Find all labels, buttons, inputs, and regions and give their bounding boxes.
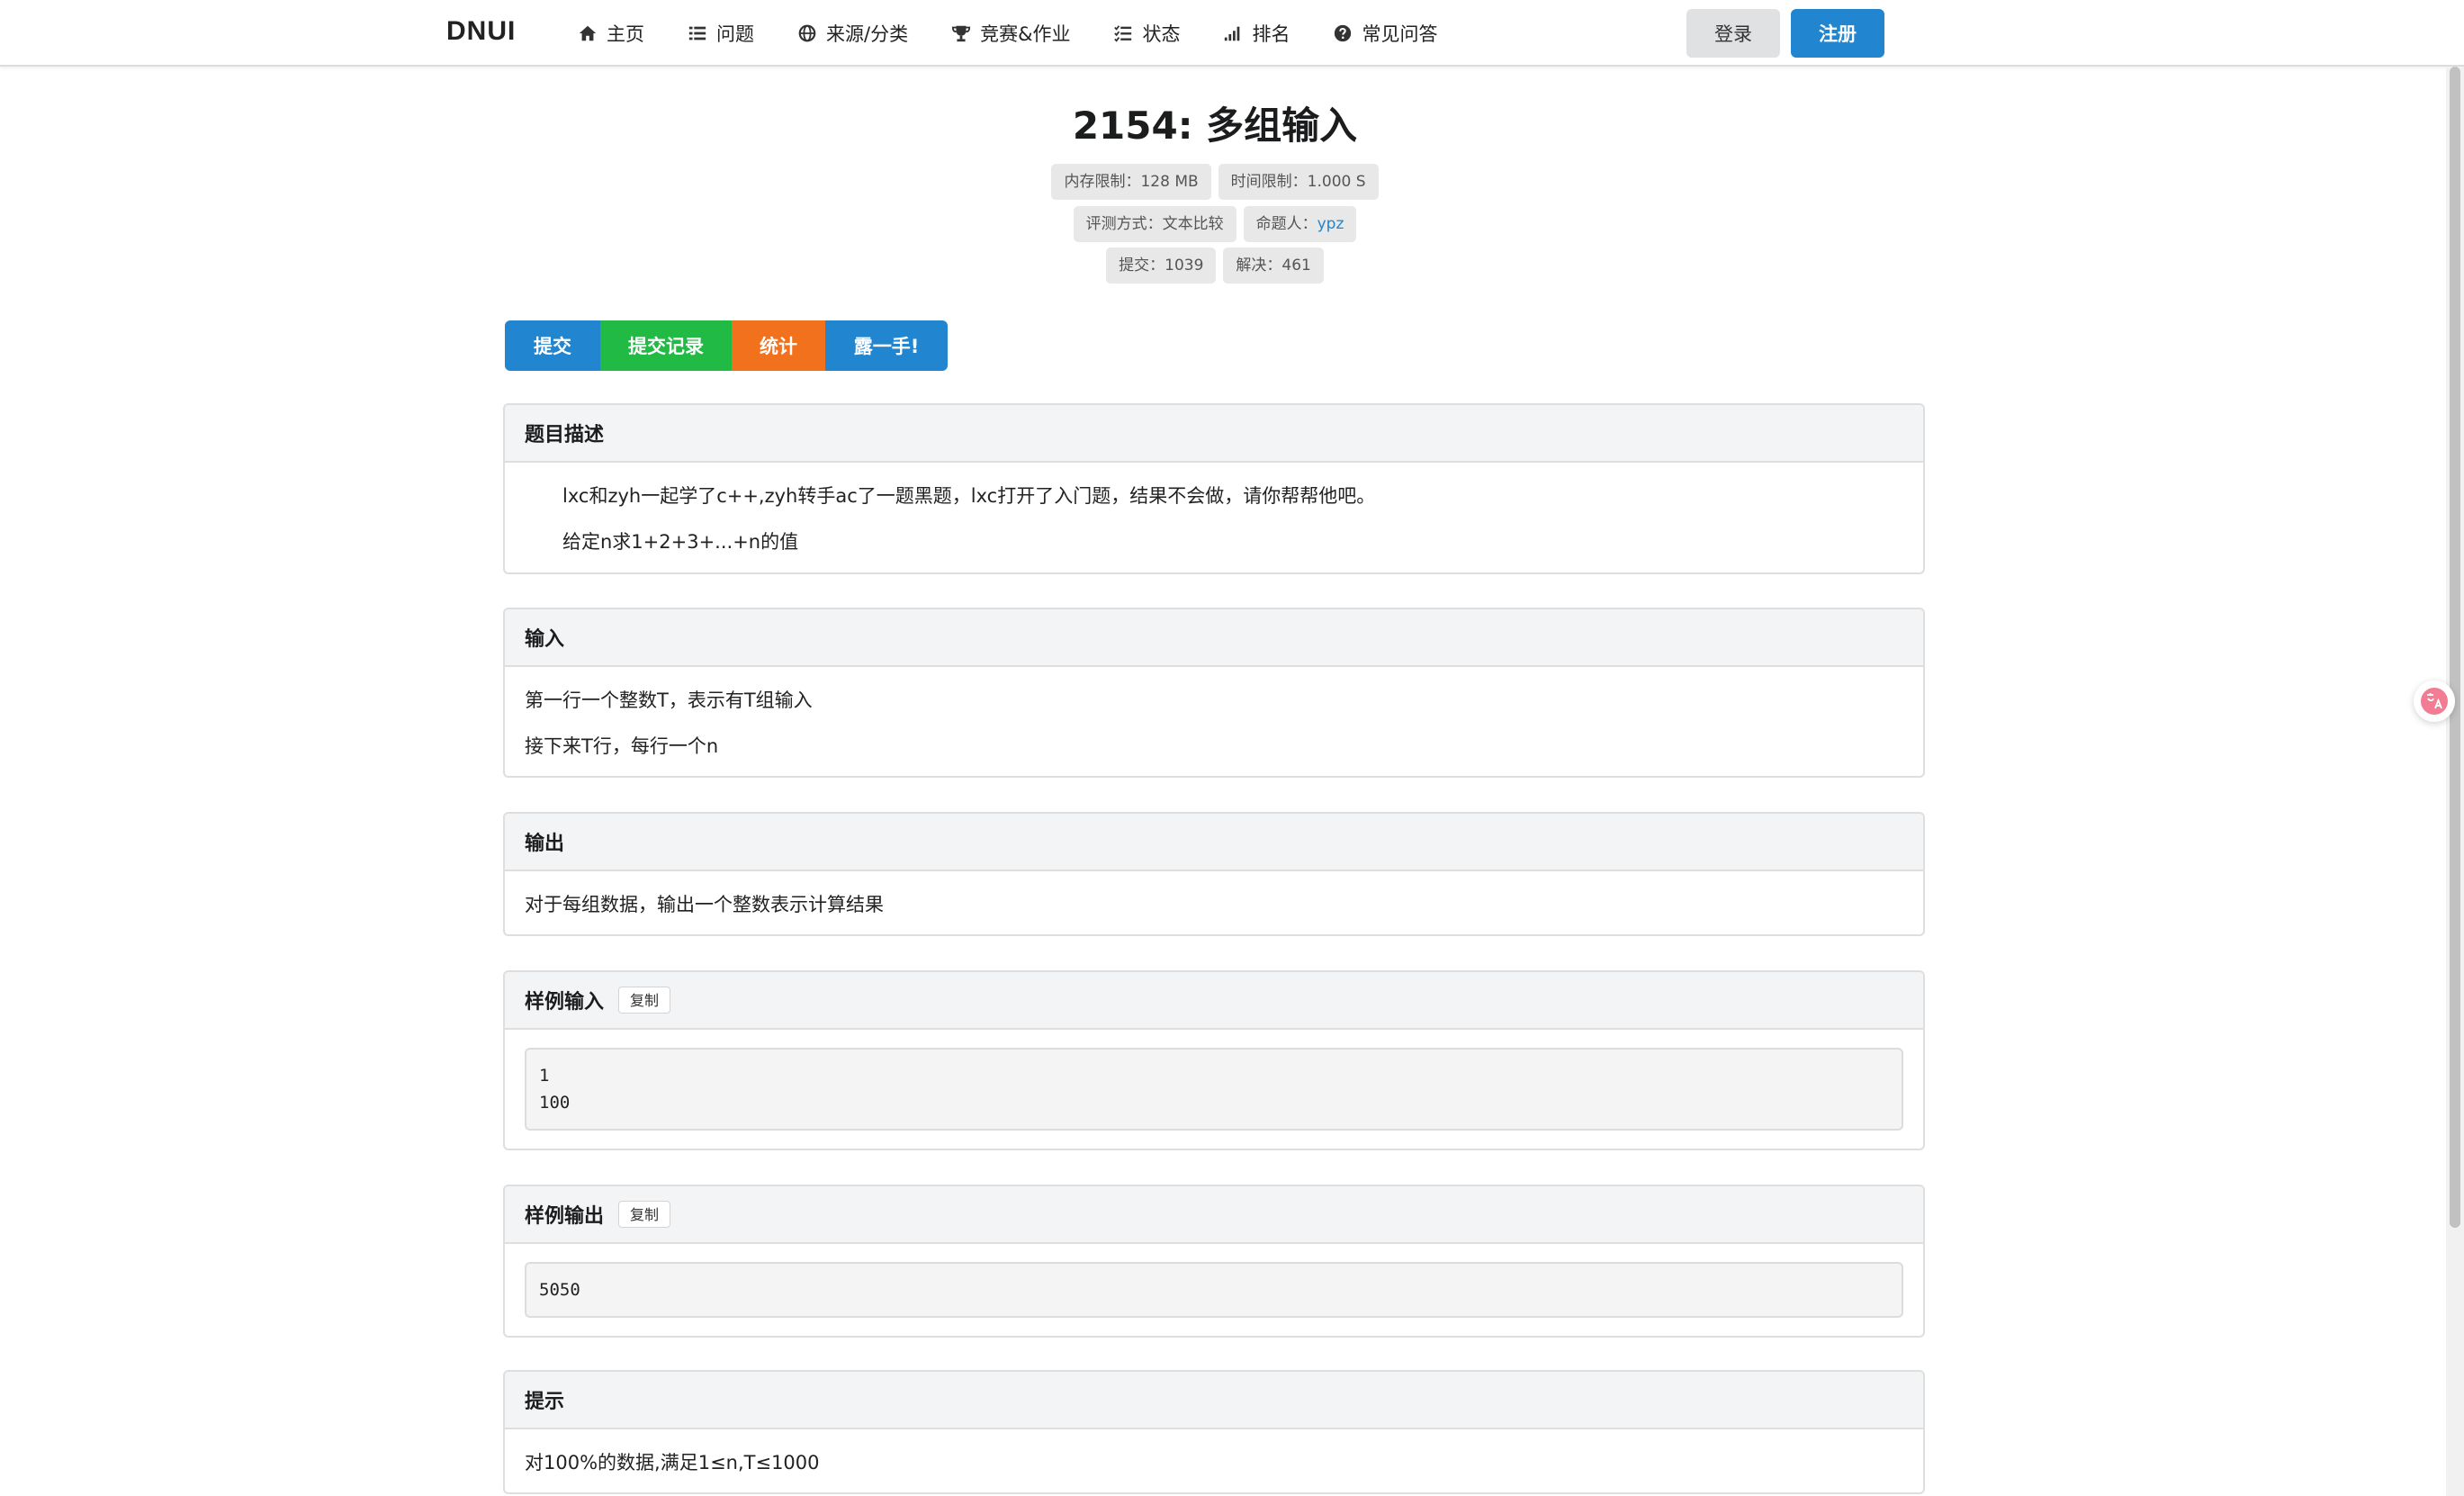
code-line: 1 <box>539 1066 550 1086</box>
home-icon <box>579 25 597 41</box>
author-prefix: 命题人： <box>1255 215 1317 233</box>
page: DNUI 主页 问题 来源/分类 竞赛&作业 状态 排名 常见问答 登录 注册 … <box>0 0 2464 1496</box>
section-header: 输入 <box>505 609 1923 667</box>
main-menu: 主页 问题 来源/分类 竞赛&作业 状态 排名 常见问答 <box>556 0 1459 67</box>
section-header: 样例输出 复制 <box>505 1186 1923 1244</box>
tasks-icon <box>1114 25 1132 42</box>
description-text: lxc和zyh一起学了c++,zyh转手ac了一题黑题，lxc打开了入门题，结果… <box>562 485 1376 507</box>
submit-count-label: 提交：1039 <box>1106 248 1217 284</box>
register-button[interactable]: 注册 <box>1791 9 1884 58</box>
nav-item-label: 状态 <box>1142 23 1181 45</box>
hint-section: 提示 对100%的数据,满足1≤n,T≤1000 <box>503 1370 1925 1494</box>
output-section: 输出 对于每组数据，输出一个整数表示计算结果 <box>503 812 1925 936</box>
code-line: 100 <box>539 1093 571 1113</box>
time-limit-label: 时间限制：1.000 S <box>1218 164 1379 200</box>
judge-method-label: 评测方式：文本比较 <box>1073 206 1236 242</box>
copy-sample-input-button[interactable]: 复制 <box>618 987 671 1014</box>
section-header: 题目描述 <box>505 405 1923 463</box>
nav-item-faq[interactable]: 常见问答 <box>1311 0 1459 67</box>
copy-sample-output-button[interactable]: 复制 <box>618 1201 671 1228</box>
section-header: 输出 <box>505 814 1923 871</box>
show-solution-button[interactable]: 露一手! <box>825 320 948 371</box>
judge-row: 评测方式：文本比较 命题人：ypz <box>504 206 1926 242</box>
scrollbar-thumb[interactable] <box>2450 67 2460 1228</box>
section-body: lxc和zyh一起学了c++,zyh转手ac了一题黑题，lxc打开了入门题，结果… <box>505 463 1923 555</box>
trophy-icon <box>951 25 971 42</box>
action-button-group: 提交 提交记录 统计 露一手! <box>505 320 948 371</box>
section-body: 对于每组数据，输出一个整数表示计算结果 <box>505 871 1923 918</box>
author-link[interactable]: ypz <box>1317 215 1344 233</box>
statistics-button[interactable]: 统计 <box>732 320 825 371</box>
input-section: 输入 第一行一个整数T，表示有T组输入 接下来T行，每行一个n <box>503 608 1925 778</box>
nav-item-label: 主页 <box>607 23 644 45</box>
section-header: 提示 <box>505 1372 1923 1429</box>
nav-item-label: 问题 <box>716 23 754 45</box>
section-title: 样例输入 <box>525 991 605 1014</box>
question-circle-icon <box>1335 24 1352 42</box>
login-button[interactable]: 登录 <box>1686 9 1780 58</box>
input-text: 第一行一个整数T，表示有T组输入 <box>525 689 813 711</box>
nav-item-ranking[interactable]: 排名 <box>1201 0 1311 67</box>
nav-item-source-category[interactable]: 来源/分类 <box>776 0 930 67</box>
section-title: 样例输出 <box>525 1205 605 1228</box>
auth-buttons: 登录 注册 <box>1686 9 1884 58</box>
nav-item-contests[interactable]: 竞赛&作业 <box>930 0 1092 67</box>
nav-item-status[interactable]: 状态 <box>1092 0 1201 67</box>
input-text: 接下来T行，每行一个n <box>525 735 719 757</box>
stats-row: 提交：1039 解决：461 <box>504 248 1926 284</box>
description-text: 给定n求1+2+3+...+n的值 <box>562 531 799 553</box>
globe-icon <box>798 24 816 42</box>
top-navbar: DNUI 主页 问题 来源/分类 竞赛&作业 状态 排名 常见问答 登录 注册 <box>0 0 2464 67</box>
memory-limit-label: 内存限制：128 MB <box>1051 164 1211 200</box>
list-icon <box>688 26 706 41</box>
section-body: 5050 <box>505 1244 1923 1318</box>
description-section: 题目描述 lxc和zyh一起学了c++,zyh转手ac了一题黑题，lxc打开了入… <box>503 403 1925 574</box>
sample-input-section: 样例输入 复制 1 100 <box>503 970 1925 1150</box>
nav-item-home[interactable]: 主页 <box>556 0 666 67</box>
submit-button[interactable]: 提交 <box>505 320 600 371</box>
section-body: 1 100 <box>505 1030 1923 1131</box>
signal-icon <box>1225 26 1240 41</box>
brand-logo[interactable]: DNUI <box>446 16 516 47</box>
translate-icon <box>2421 688 2448 715</box>
sample-input-code[interactable]: 1 100 <box>525 1048 1903 1131</box>
output-text: 对于每组数据，输出一个整数表示计算结果 <box>525 894 884 915</box>
nav-item-label: 排名 <box>1252 23 1290 45</box>
section-body: 第一行一个整数T，表示有T组输入 接下来T行，每行一个n <box>505 667 1923 760</box>
nav-item-label: 来源/分类 <box>826 23 909 45</box>
section-header: 样例输入 复制 <box>505 972 1923 1030</box>
author-label: 命题人：ypz <box>1243 206 1357 242</box>
sample-output-section: 样例输出 复制 5050 <box>503 1185 1925 1338</box>
nav-item-label: 常见问答 <box>1362 23 1438 45</box>
hint-text: 对100%的数据,满足1≤n,T≤1000 <box>525 1452 820 1473</box>
problem-title: 2154: 多组输入 <box>1072 104 1358 148</box>
nav-item-problems[interactable]: 问题 <box>666 0 776 67</box>
code-line: 5050 <box>539 1280 580 1300</box>
sample-output-code[interactable]: 5050 <box>525 1262 1903 1318</box>
submit-records-button[interactable]: 提交记录 <box>600 320 732 371</box>
translate-widget[interactable] <box>2414 680 2455 722</box>
limits-row: 内存限制：128 MB 时间限制：1.000 S <box>504 164 1926 200</box>
section-body: 对100%的数据,满足1≤n,T≤1000 <box>505 1429 1923 1476</box>
nav-item-label: 竞赛&作业 <box>980 23 1071 45</box>
solved-count-label: 解决：461 <box>1223 248 1324 284</box>
